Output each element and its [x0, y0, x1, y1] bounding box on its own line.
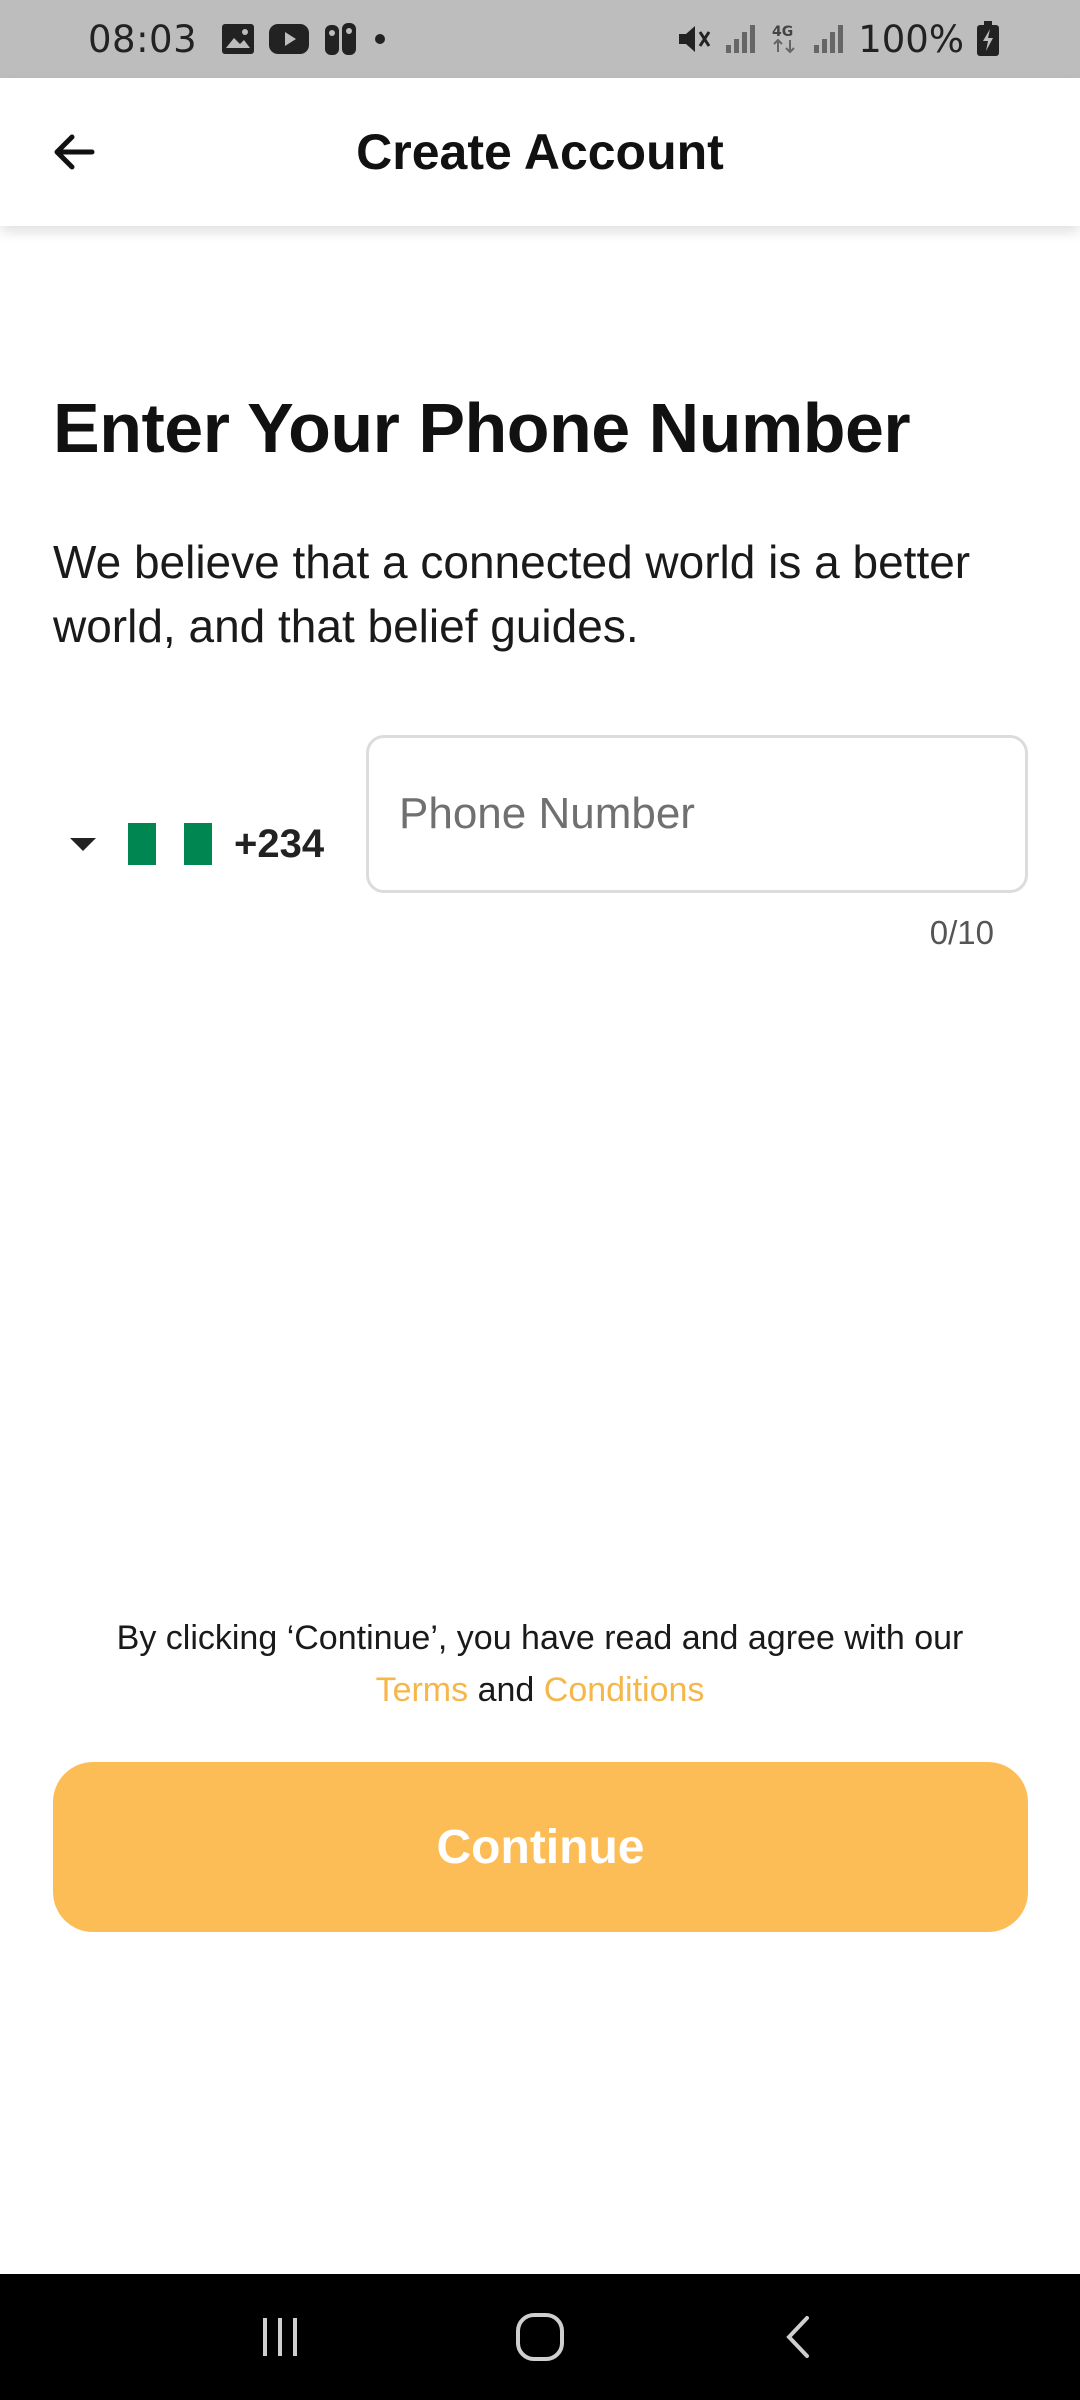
gallery-icon	[221, 23, 255, 55]
app-bar: Create Account	[0, 78, 1080, 226]
dial-code: +234	[234, 821, 325, 866]
arrow-left-icon	[54, 134, 95, 170]
character-counter: 0/10	[929, 914, 994, 951]
youtube-icon	[269, 24, 310, 54]
mute-icon	[676, 22, 712, 56]
continue-button[interactable]: Continue	[53, 1762, 1028, 1932]
conditions-link[interactable]: Conditions	[544, 1671, 705, 1709]
page-title: Create Account	[356, 124, 724, 180]
svg-text:4G: 4G	[772, 24, 793, 40]
recent-apps-icon	[263, 2318, 297, 2356]
back-nav-button[interactable]	[760, 2297, 840, 2377]
section-heading: Enter Your Phone Number	[53, 389, 911, 467]
signal-icon	[724, 23, 758, 55]
phone-number-input[interactable]	[399, 738, 1025, 890]
status-time: 08:03	[88, 17, 198, 61]
app-icon	[323, 21, 359, 57]
status-bar: 08:03 4G 100%	[0, 0, 1080, 78]
battery-percentage: 100%	[858, 17, 964, 61]
home-button[interactable]	[500, 2297, 580, 2377]
home-icon	[516, 2313, 564, 2361]
system-nav-bar	[0, 2274, 1080, 2400]
back-button[interactable]	[42, 120, 106, 184]
nigeria-flag-icon	[128, 823, 212, 865]
dot-icon	[373, 32, 387, 46]
screen: 08:03 4G 100% Create Account Enter Your …	[0, 0, 1080, 2400]
4g-icon: 4G	[770, 22, 800, 56]
section-subtitle: We believe that a connected world is a b…	[53, 536, 971, 652]
terms-prefix: By clicking ‘Continue’, you have read an…	[116, 1619, 964, 1657]
signal-icon	[812, 23, 846, 55]
status-left-icons	[221, 21, 387, 57]
caret-down-icon	[70, 837, 96, 851]
chevron-left-icon	[786, 2316, 809, 2358]
terms-link[interactable]: Terms	[376, 1671, 469, 1709]
status-right-icons: 4G 100%	[676, 18, 1000, 61]
phone-input-container[interactable]	[366, 735, 1028, 893]
country-code-selector[interactable]: +234	[60, 808, 324, 880]
battery-charging-icon	[976, 21, 1000, 57]
terms-and: and	[477, 1671, 535, 1709]
terms-notice: By clicking ‘Continue’, you have read an…	[0, 1612, 1080, 1716]
recent-apps-button[interactable]	[240, 2297, 320, 2377]
